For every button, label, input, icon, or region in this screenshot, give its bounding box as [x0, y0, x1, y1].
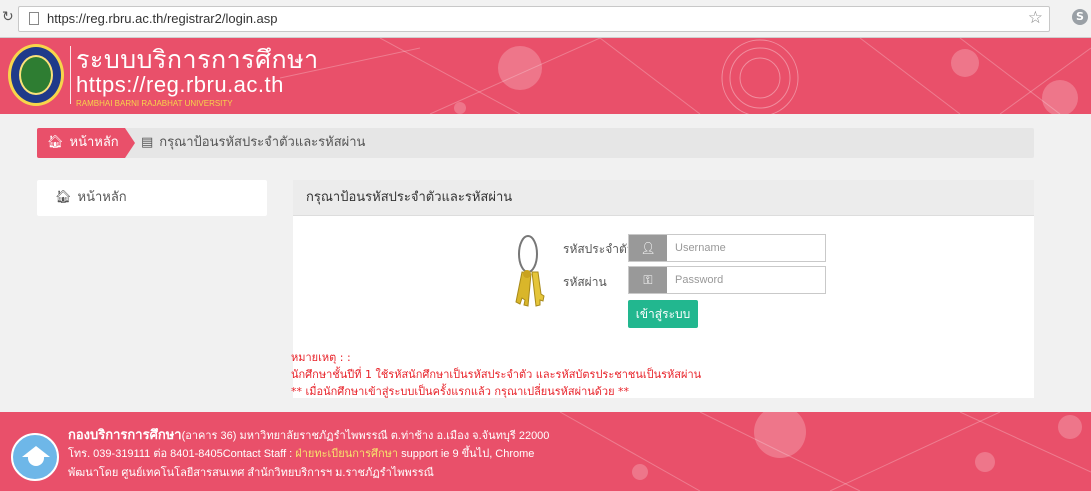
footer-contact-line: โทร. 039-319111 ต่อ 8401-8405Contact Sta… [68, 444, 534, 462]
id-label: รหัสประจำตัว [563, 242, 634, 256]
login-button[interactable]: เข้าสู่ระบบ [628, 300, 698, 328]
breadcrumb-home[interactable]: 🏠︎ หน้าหลัก [37, 128, 135, 158]
graduation-cap-icon [11, 433, 59, 481]
breadcrumb: 🏠︎ หน้าหลัก ▤ กรุณาป้อนรหัสประจำตัวและรหัส… [37, 128, 1034, 158]
note-line-1: นักศึกษาชั้นปีที่ 1 ใช้รหัสนักศึกษาเป็นร… [291, 368, 702, 381]
browser-toolbar: ↻ https://reg.rbru.ac.th/registrar2/logi… [0, 0, 1091, 38]
breadcrumb-current-label: กรุณาป้อนรหัสประจำตัวและรหัสผ่าน [159, 135, 366, 150]
user-icon: 👤︎ [629, 235, 667, 261]
sidebar-item-home[interactable]: 🏠︎ หน้าหลัก [37, 180, 267, 216]
university-logo [8, 44, 64, 106]
breadcrumb-current: ▤ กรุณาป้อนรหัสประจำตัวและรหัสผ่าน [141, 128, 365, 158]
footer-address-line: กองบริการการศึกษา(อาคาร 36) มหาวิทยาลัยร… [68, 424, 549, 445]
footer-staff-link[interactable]: ฝ่ายทะเบียนการศึกษา [295, 448, 398, 460]
footer-address: (อาคาร 36) มหาวิทยาลัยราชภัฏรำไพพรรณี ต.… [181, 430, 550, 442]
password-label: รหัสผ่าน [563, 275, 607, 289]
username-field[interactable]: 👤︎ [628, 234, 826, 262]
footer-support: support ie 9 ขึ้นไป, Chrome [398, 448, 535, 460]
username-input[interactable] [671, 238, 821, 258]
site-url: https://reg.rbru.ac.th [76, 72, 284, 97]
site-header: ระบบบริการการศึกษา https://reg.rbru.ac.t… [0, 38, 1091, 114]
panel-title: กรุณาป้อนรหัสประจำตัวและรหัสผ่าน [293, 180, 1034, 216]
url-text[interactable]: https://reg.rbru.ac.th/registrar2/login.… [47, 11, 278, 26]
breadcrumb-home-label: หน้าหลัก [69, 135, 119, 150]
footer-phone: โทร. 039-319111 ต่อ 8401-8405Contact Sta… [68, 448, 296, 460]
password-field[interactable]: ⚿ [628, 266, 826, 294]
page-icon [29, 12, 39, 25]
home-icon: 🏠︎ [47, 135, 64, 150]
password-input[interactable] [671, 270, 821, 290]
keys-icon [515, 235, 545, 307]
address-bar[interactable]: https://reg.rbru.ac.th/registrar2/login.… [18, 6, 1050, 32]
site-footer: กองบริการการศึกษา(อาคาร 36) มหาวิทยาลัยร… [0, 412, 1091, 491]
key-icon: ⚿ [629, 267, 667, 293]
note-line-2: ** เมื่อนักศึกษาเข้าสู่ระบบเป็นครั้งแรกแ… [291, 385, 630, 398]
notes-title: หมายเหตุ : : [291, 351, 351, 364]
extension-icon[interactable]: S [1072, 9, 1088, 25]
home-icon: 🏠︎ [55, 190, 72, 205]
login-panel: กรุณาป้อนรหัสประจำตัวและรหัสผ่าน รหัสประ… [291, 180, 1034, 398]
header-divider [70, 46, 71, 104]
bookmark-star-icon[interactable]: ☆ [1028, 8, 1043, 28]
reload-icon[interactable]: ↻ [2, 9, 14, 25]
list-icon: ▤ [141, 135, 154, 150]
footer-org: กองบริการการศึกษา [68, 427, 182, 442]
footer-developer: พัฒนาโดย ศูนย์เทคโนโลยีสารสนเทศ สำนักวิท… [68, 467, 434, 479]
university-name: RAMBHAI BARNI RAJABHAT UNIVERSITY [76, 99, 233, 108]
sidebar-item-label: หน้าหลัก [77, 190, 127, 205]
